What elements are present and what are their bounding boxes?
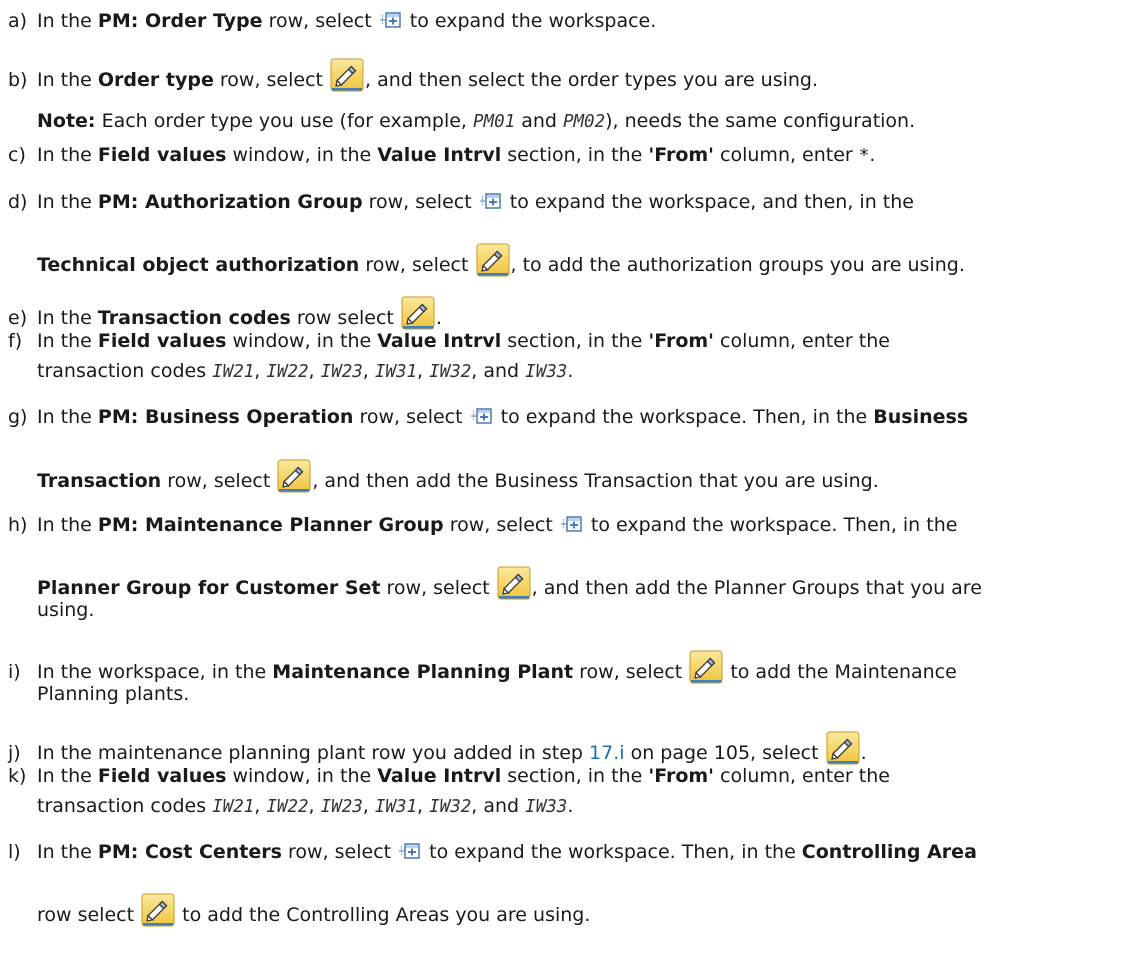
step-a: a) In the PM: Order Type row, select to e… (8, 7, 1122, 35)
code: IW32 (429, 362, 472, 382)
code: IW33 (525, 797, 568, 817)
step-label: d) (8, 191, 28, 213)
step-k-continued: transaction codes IW21, IW22, IW23, IW31… (37, 795, 574, 817)
pencil-edit-icon (401, 296, 435, 330)
field-name: Order type (97, 69, 214, 91)
step-label: f) (8, 330, 23, 352)
code: IW32 (429, 797, 472, 817)
expand-workspace-icon (471, 407, 493, 425)
step-c: c) In the Field values window, in the Val… (8, 141, 1122, 170)
field-name: PM: Order Type (97, 10, 263, 32)
step-label: i) (8, 661, 21, 683)
code: * (858, 146, 870, 166)
code: PM02 (562, 112, 606, 132)
step-label: h) (8, 514, 28, 536)
step-h-continued-2: using. (37, 599, 95, 621)
pencil-edit-icon (330, 58, 364, 92)
expand-workspace-icon (561, 515, 583, 533)
step-reference-link[interactable]: 17.i (589, 742, 625, 764)
pencil-edit-icon (277, 459, 311, 493)
expand-workspace-icon (380, 11, 402, 29)
note-label: Note: (37, 110, 96, 132)
code: IW21 (212, 797, 255, 817)
code: IW22 (266, 797, 309, 817)
pencil-edit-icon (497, 566, 531, 600)
code: IW21 (212, 362, 255, 382)
note: Note: Each order type you use (for examp… (37, 110, 916, 132)
step-g-continued: Transaction row, select , and then add t… (37, 459, 1127, 495)
code: IW23 (320, 362, 363, 382)
pencil-edit-icon (826, 731, 860, 765)
step-b: b) In the Order type row, select , and th… (8, 58, 1122, 94)
code: IW33 (525, 362, 568, 382)
step-label: k) (8, 765, 27, 787)
step-f-continued: transaction codes IW21, IW22, IW23, IW31… (37, 360, 574, 382)
step-k: k) In the Field values window, in the Val… (8, 762, 1122, 790)
expand-workspace-icon (480, 192, 502, 210)
step-label: l) (8, 841, 21, 863)
step-f: f) In the Field values window, in the Val… (8, 327, 1122, 355)
pencil-edit-icon (476, 243, 510, 277)
pencil-edit-icon (141, 893, 175, 927)
code: PM01 (473, 112, 516, 132)
step-l-continued: row select to add the Controlling Areas … (37, 893, 1127, 929)
step-label: g) (8, 406, 28, 428)
step-d-continued: Technical object authorization row, sele… (37, 243, 1127, 279)
code: IW22 (266, 362, 309, 382)
step-label: a) (8, 10, 28, 32)
step-label: b) (8, 69, 28, 91)
code: IW23 (320, 797, 363, 817)
step-i-continued: Planning plants. (37, 683, 190, 705)
step-l: l) In the PM: Cost Centers row, select to… (8, 838, 1122, 866)
step-d: d) In the PM: Authorization Group row, se… (8, 188, 1122, 216)
step-label: c) (8, 144, 26, 166)
pencil-edit-icon (689, 650, 723, 684)
step-h: h) In the PM: Maintenance Planner Group r… (8, 511, 1122, 539)
code: IW31 (374, 797, 418, 817)
code: IW31 (374, 362, 418, 382)
step-g: g) In the PM: Business Operation row, sel… (8, 403, 1122, 431)
expand-workspace-icon (399, 842, 421, 860)
